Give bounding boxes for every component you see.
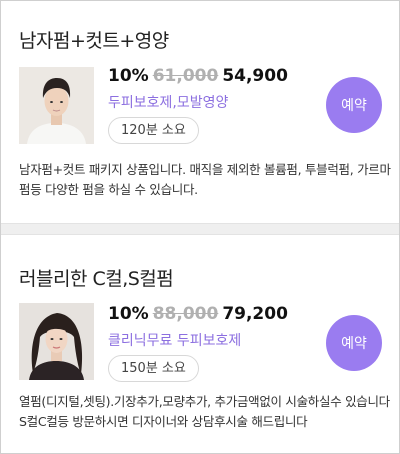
female-model-photo xyxy=(19,303,94,380)
book-button[interactable]: 예약 xyxy=(326,315,382,371)
service-description: 열펌(디지털,셋팅).기장추가,모량추가, 추가금액없이 시술하실수 있습니다 … xyxy=(19,394,390,429)
original-price: 61,000 xyxy=(152,66,219,86)
service-title: 러블리한 C컬,S컬펌 xyxy=(19,268,174,290)
card-divider xyxy=(1,223,399,235)
discount-rate: 10% xyxy=(108,304,149,324)
discount-rate: 10% xyxy=(108,66,149,86)
duration-badge: 120분 소요 xyxy=(108,117,199,144)
price-row: 10% 61,000 54,900 xyxy=(108,66,288,86)
male-model-photo xyxy=(19,67,94,144)
service-list: 남자펌+컷트+영양 10% 61,000 54,900 두피보호제,모발영양 120… xyxy=(0,0,400,454)
service-thumbnail xyxy=(19,303,94,380)
sale-price: 79,200 xyxy=(222,304,288,324)
duration-badge: 150분 소요 xyxy=(108,355,199,382)
price-row: 10% 88,000 79,200 xyxy=(108,304,288,324)
service-card[interactable]: 남자펌+컷트+영양 10% 61,000 54,900 두피보호제,모발영양 120… xyxy=(1,1,399,223)
service-tags: 클리닉무료 두피보호제 xyxy=(108,333,242,349)
service-tags: 두피보호제,모발영양 xyxy=(108,95,229,111)
service-card[interactable]: 러블리한 C컬,S컬펌 10% 88,000 79,200 클리닉무료 두피보호제 … xyxy=(1,235,399,453)
service-description: 남자펌+컷트 패키지 상품입니다. 매직을 제외한 볼륨펌, 투블럭펌, 가르마… xyxy=(19,162,391,197)
book-button[interactable]: 예약 xyxy=(326,77,382,133)
service-thumbnail xyxy=(19,67,94,144)
original-price: 88,000 xyxy=(152,304,219,324)
sale-price: 54,900 xyxy=(222,66,288,86)
service-title: 남자펌+컷트+영양 xyxy=(19,30,169,52)
